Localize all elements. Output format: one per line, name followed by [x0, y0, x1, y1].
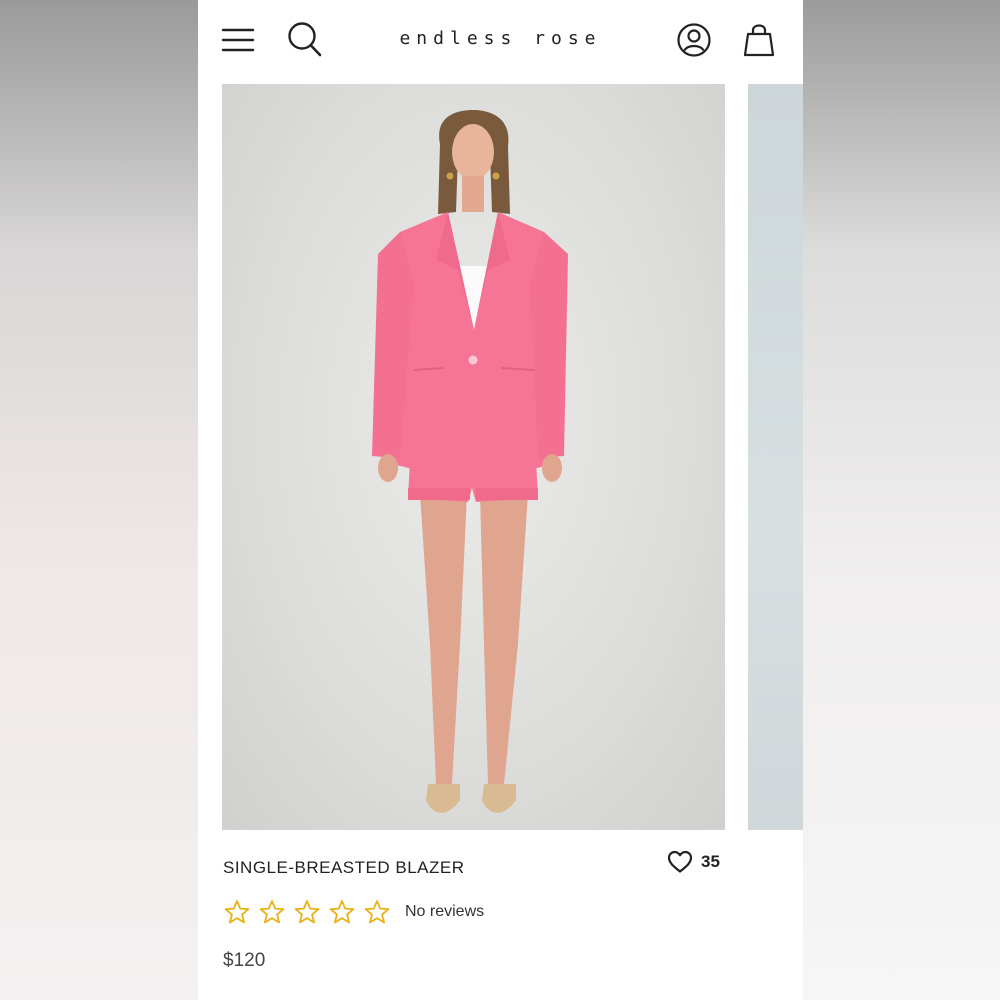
- account-icon: [677, 23, 711, 57]
- product-title[interactable]: SINGLE-BREASTED BLAZER: [223, 858, 465, 878]
- search-button[interactable]: [286, 20, 324, 60]
- site-header: endless rose: [198, 0, 803, 84]
- cart-button[interactable]: [740, 20, 778, 60]
- shopping-bag-icon: [743, 24, 775, 57]
- brand-logo[interactable]: endless rose: [368, 28, 633, 49]
- star-icon[interactable]: [364, 899, 390, 925]
- background-blur-left: [0, 0, 198, 1000]
- product-price: $120: [223, 950, 266, 971]
- background-blur-right: [803, 0, 1000, 1000]
- menu-button[interactable]: [220, 22, 256, 58]
- wishlist-button[interactable]: 35: [667, 848, 720, 876]
- model-illustration: [372, 110, 568, 813]
- search-icon: [288, 22, 322, 57]
- wishlist-count: 35: [701, 852, 720, 871]
- star-icon[interactable]: [259, 899, 285, 925]
- phone-screen: endless rose SINGLE-BREASTED BLAZER 35 N…: [198, 0, 803, 1000]
- star-rating[interactable]: No reviews: [224, 898, 484, 926]
- next-product-image-peek[interactable]: [748, 84, 803, 830]
- star-icon[interactable]: [294, 899, 320, 925]
- reviews-link[interactable]: No reviews: [405, 903, 484, 921]
- product-image[interactable]: [222, 84, 725, 830]
- menu-icon: [221, 28, 255, 52]
- heart-icon: [667, 850, 693, 873]
- star-icon[interactable]: [224, 899, 250, 925]
- star-icon[interactable]: [329, 899, 355, 925]
- account-button[interactable]: [674, 20, 714, 60]
